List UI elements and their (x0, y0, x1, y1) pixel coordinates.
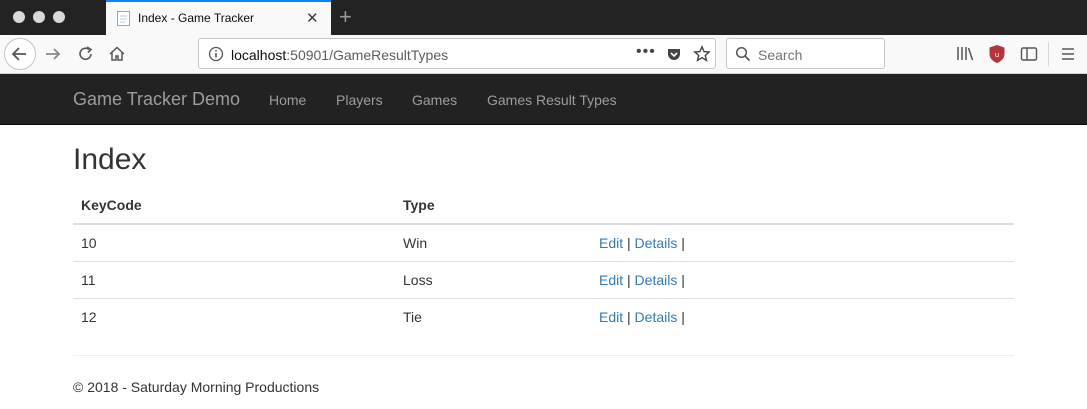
ublock-icon[interactable]: u (988, 44, 1006, 64)
url-text[interactable]: localhost:50901/GameResultTypes (231, 47, 448, 63)
svg-text:u: u (995, 51, 999, 59)
browser-tab-bar: Index - Game Tracker ✕ + (0, 0, 1087, 35)
minimize-window-button[interactable] (33, 11, 45, 23)
footer-divider (73, 355, 1014, 356)
column-header-keycode: KeyCode (73, 187, 395, 225)
bookmark-star-icon[interactable] (693, 45, 711, 63)
link-separator: | (627, 234, 631, 251)
zoom-window-button[interactable] (53, 11, 65, 23)
sidebar-icon[interactable] (1019, 44, 1039, 64)
keycode-cell: 10 (81, 234, 97, 251)
home-icon[interactable] (106, 43, 128, 65)
library-icon[interactable] (955, 44, 975, 64)
keycode-cell: 12 (73, 297, 395, 335)
column-header-type: Type (395, 187, 591, 225)
page-icon (117, 11, 130, 26)
column-header-actions (591, 187, 1014, 225)
link-separator: | (627, 308, 631, 325)
nav-link-home[interactable]: Home (269, 92, 306, 108)
nav-link-players[interactable]: Players (336, 92, 383, 108)
link-separator: | (681, 271, 685, 288)
game-result-types-table: KeyCode Type 10 Win Edit | Details | 11 … (73, 187, 1014, 335)
type-cell: Tie (395, 297, 591, 335)
back-button[interactable] (4, 38, 36, 70)
table-header-row: KeyCode Type (73, 187, 1014, 225)
close-tab-icon[interactable]: ✕ (306, 9, 319, 27)
table-row: 12 Tie Edit | Details | (73, 297, 1014, 335)
link-separator: | (627, 271, 631, 288)
details-link[interactable]: Details (635, 272, 678, 288)
page-title: Index (73, 143, 147, 176)
tab-title: Index - Game Tracker (138, 11, 255, 25)
new-tab-icon[interactable]: + (339, 4, 352, 30)
menu-icon[interactable] (1059, 44, 1077, 64)
nav-link-games[interactable]: Games (412, 92, 457, 108)
search-icon (735, 46, 751, 62)
address-bar[interactable]: localhost:50901/GameResultTypes ••• (198, 38, 716, 69)
toolbar-divider (1048, 42, 1049, 66)
edit-link[interactable]: Edit (599, 235, 623, 251)
nav-link-game-result-types[interactable]: Games Result Types (487, 92, 617, 108)
keycode-cell: 11 (73, 260, 395, 298)
details-link[interactable]: Details (635, 309, 678, 325)
forward-icon[interactable] (42, 43, 64, 65)
footer-text: © 2018 - Saturday Morning Productions (73, 379, 320, 395)
brand-link[interactable]: Game Tracker Demo (73, 89, 240, 110)
actions-cell: Edit | Details | (591, 297, 1014, 335)
site-navbar: Game Tracker Demo Home Players Games Gam… (0, 74, 1087, 125)
browser-tab[interactable]: Index - Game Tracker ✕ (106, 0, 331, 35)
browser-toolbar: localhost:50901/GameResultTypes ••• Sear… (0, 35, 1087, 74)
info-icon[interactable] (208, 46, 224, 62)
back-icon (11, 47, 26, 61)
search-placeholder: Search (758, 47, 803, 63)
link-separator: | (681, 234, 685, 251)
pocket-icon[interactable] (666, 46, 682, 62)
details-link[interactable]: Details (635, 235, 678, 251)
table-row: 10 Win Edit | Details | (73, 224, 1014, 261)
edit-link[interactable]: Edit (599, 272, 623, 288)
link-separator: | (681, 308, 685, 325)
edit-link[interactable]: Edit (599, 309, 623, 325)
actions-cell: Edit | Details | (591, 224, 1014, 261)
type-cell: Win (403, 234, 428, 251)
reload-icon[interactable] (75, 43, 97, 65)
actions-cell: Edit | Details | (591, 260, 1014, 298)
close-window-button[interactable] (13, 11, 25, 23)
search-bar[interactable]: Search (726, 38, 885, 69)
more-icon[interactable]: ••• (636, 43, 656, 61)
table-row: 11 Loss Edit | Details | (73, 260, 1014, 298)
type-cell: Loss (395, 260, 591, 298)
